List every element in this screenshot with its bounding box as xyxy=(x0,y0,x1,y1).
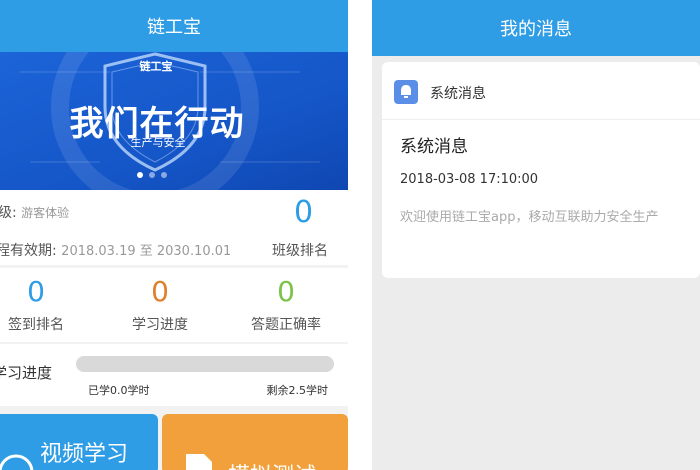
progress-label: 学习进度 xyxy=(0,364,53,382)
stat-study-progress[interactable]: 0 学习进度 xyxy=(102,268,218,342)
message-section-header: 系统消息 xyxy=(382,62,700,120)
message-body: 欢迎使用链工宝app，移动互联助力安全生产 xyxy=(400,210,659,225)
banner-pager[interactable] xyxy=(137,172,167,178)
stat-value: 0 xyxy=(27,275,45,308)
stat-sign-in-rank[interactable]: 0 签到排名 xyxy=(0,268,94,342)
messages-title-bar: 我的消息 xyxy=(372,0,700,56)
video-study-label: 视频学习 xyxy=(40,442,129,467)
mock-exam-label: 模拟测试 xyxy=(228,458,316,470)
messages-screen: 我的消息 系统消息 系统消息 2018-03-08 17:10:00 欢迎使用链… xyxy=(372,0,700,470)
banner-shield-text: 链工宝 xyxy=(139,60,173,73)
pager-dot[interactable] xyxy=(161,172,167,178)
app-title: 链工宝 xyxy=(147,17,201,38)
play-icon xyxy=(0,454,34,470)
message-title: 系统消息 xyxy=(400,137,468,157)
stat-label: 学习进度 xyxy=(132,317,188,333)
progress-remaining: 剩余2.5学时 xyxy=(266,384,329,397)
stat-accuracy[interactable]: 0 答题正确率 xyxy=(228,268,344,342)
class-label: 级: xyxy=(0,205,17,221)
video-study-button[interactable]: 视频学习 xyxy=(0,414,158,470)
bell-icon xyxy=(394,80,418,104)
stat-value: 0 xyxy=(151,275,169,308)
document-icon xyxy=(186,454,212,470)
stat-label: 签到排名 xyxy=(8,317,64,333)
section-title: 系统消息 xyxy=(430,86,486,102)
class-rank-value: 0 xyxy=(294,195,314,230)
pager-dot[interactable] xyxy=(137,172,143,178)
banner-subline: 生产与安全 xyxy=(130,136,186,149)
message-time: 2018-03-08 17:10:00 xyxy=(400,172,539,187)
class-row: 级: 游客体验 xyxy=(0,202,69,222)
validity-value: 2018.03.19 至 2030.10.01 xyxy=(61,244,232,259)
validity-row: 程有效期: 2018.03.19 至 2030.10.01 xyxy=(0,240,231,260)
mock-exam-button[interactable]: 模拟测试 xyxy=(162,414,348,470)
banner[interactable]: 链工宝 我们在行动 生产与安全 xyxy=(0,52,348,190)
messages-title: 我的消息 xyxy=(500,19,572,40)
stat-label: 答题正确率 xyxy=(251,317,321,333)
stats-row: 0 签到排名 0 学习进度 0 答题正确率 xyxy=(0,268,348,342)
class-value: 游客体验 xyxy=(21,206,70,220)
progress-done: 已学0.0学时 xyxy=(88,384,150,397)
app-title-bar: 链工宝 xyxy=(0,0,348,52)
home-screen: 链工宝 链工宝 我们在行动 生产与安全 级: 游客体验 程有效期: 2018.0… xyxy=(0,0,348,470)
stat-value: 0 xyxy=(277,275,295,308)
validity-label: 程有效期: xyxy=(0,243,57,259)
class-rank-label: 班级排名 xyxy=(272,243,328,259)
pager-dot[interactable] xyxy=(149,172,155,178)
study-progress: 学习进度 已学0.0学时 剩余2.5学时 xyxy=(0,344,348,406)
message-card[interactable]: 系统消息 系统消息 2018-03-08 17:10:00 欢迎使用链工宝app… xyxy=(382,62,700,278)
progress-bar xyxy=(76,356,334,372)
